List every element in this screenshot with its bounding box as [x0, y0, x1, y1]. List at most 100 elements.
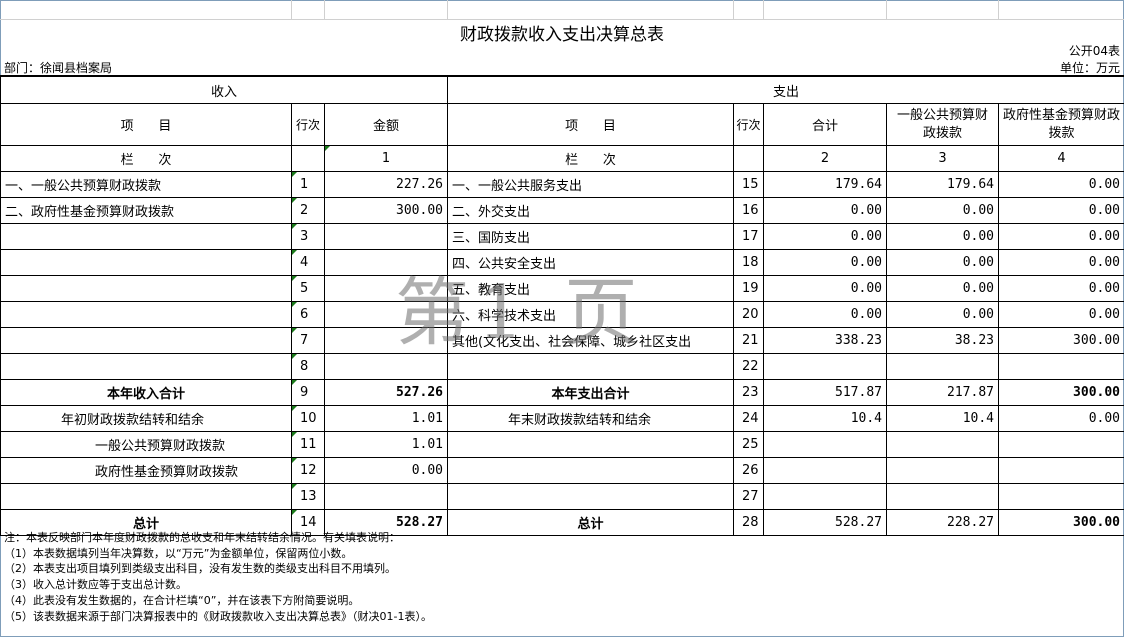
fund-budget-cell: 0.00: [997, 197, 1124, 224]
general-budget-header: 一般公共预算财政拨款: [886, 103, 999, 146]
general-budget-cell: 10.4: [886, 405, 999, 432]
notes-block: 注：本表反映部门本年度财政拨款的总收支和年末结转结余情况。有关填表说明： （1）…: [4, 530, 432, 624]
general-budget-cell: 0.00: [886, 223, 999, 250]
fund-budget-cell: [997, 483, 1124, 510]
income-amount-cell: [324, 353, 448, 380]
table-row: 5 五、教育支出 19 0.00 0.00 0.00: [0, 275, 1124, 302]
total-cell: [763, 353, 887, 380]
expense-colnum-3: 3: [886, 145, 999, 172]
income-rowno-cell: 13: [291, 483, 325, 510]
income-item-cell: [0, 327, 292, 354]
fund-budget-cell: 0.00: [997, 405, 1124, 432]
page-title: 财政拨款收入支出决算总表: [460, 25, 664, 45]
income-rowno-header: 行次: [291, 103, 325, 146]
total-cell: [763, 431, 887, 458]
expense-item-cell: [447, 457, 734, 484]
income-item-cell: 一、一般公共预算财政拨款: [0, 171, 292, 198]
income-item-cell: 二、政府性基金预算财政拨款: [0, 197, 292, 224]
income-item-cell: [0, 483, 292, 510]
table-row: 一、一般公共预算财政拨款 1 227.26 一、一般公共服务支出 15 179.64 179…: [0, 171, 1124, 198]
income-amount-cell: 527.26: [324, 379, 448, 406]
section-header-row: 收入 支出: [0, 75, 1124, 104]
income-amount-cell: [324, 483, 448, 510]
expense-rowno-cell: 24: [733, 405, 764, 432]
total-cell: 528.27: [763, 509, 887, 536]
note-line: 注：本表反映部门本年度财政拨款的总收支和年末结转结余情况。有关填表说明：: [4, 531, 400, 544]
table-row: 年初财政拨款结转和结余 10 1.01 年末财政拨款结转和结余 24 10.4 10.4 0.…: [0, 405, 1124, 432]
expense-rowno-header: 行次: [733, 103, 764, 146]
table-row: 4 四、公共安全支出 18 0.00 0.00 0.00: [0, 249, 1124, 276]
expense-item-cell: [447, 431, 734, 458]
total-cell: 338.23: [763, 327, 887, 354]
total-header: 合计: [763, 103, 887, 146]
expense-item-cell: 六、科学技术支出: [447, 301, 734, 328]
note-line: （2）本表支出项目填列到类级支出科目，没有发生数的类级支出科目不用填列。: [4, 562, 396, 576]
income-colnum-label: 栏 次: [0, 145, 292, 172]
expense-rowno-cell: 16: [733, 197, 764, 224]
income-item-header: 项 目: [0, 103, 292, 146]
expense-item-cell: [447, 483, 734, 510]
fund-budget-cell: [997, 431, 1124, 458]
note-line: （3）收入总计数应等于支出总计数。: [4, 578, 187, 592]
fund-budget-cell: 0.00: [997, 275, 1124, 302]
table-body: 一、一般公共预算财政拨款 1 227.26 一、一般公共服务支出 15 179.64 179…: [0, 171, 1124, 536]
general-budget-cell: [886, 483, 999, 510]
fund-budget-cell: 0.00: [997, 171, 1124, 198]
expense-rowno-cell: 27: [733, 483, 764, 510]
income-rowno-cell: 6: [291, 301, 325, 328]
income-amount-cell: [324, 223, 448, 250]
table-row: 二、政府性基金预算财政拨款 2 300.00 二、外交支出 16 0.00 0.00 0.00: [0, 197, 1124, 224]
fund-budget-cell: 300.00: [997, 327, 1124, 354]
income-rowno-cell: 5: [291, 275, 325, 302]
table-row: 8 22: [0, 353, 1124, 380]
income-amount-cell: 227.26: [324, 171, 448, 198]
table-row: 3 三、国防支出 17 0.00 0.00 0.00: [0, 223, 1124, 250]
income-rowno-cell: 1: [291, 171, 325, 198]
column-header-row: 项 目 行次 金额 项 目 行次 合计 一般公共预算财政拨款 政府性基金预算财政…: [0, 103, 1124, 146]
budget-table: 收入 支出 项 目 行次 金额 项 目 行次 合计 一般公共预算财政拨款 政府性…: [0, 75, 1124, 536]
fund-budget-cell: 0.00: [997, 223, 1124, 250]
income-rowno-cell: 8: [291, 353, 325, 380]
income-rowno-cell: 11: [291, 431, 325, 458]
note-line: （1）本表数据填列当年决算数，以“万元”为金额单位，保留两位小数。: [4, 546, 353, 560]
income-colnum-1: 1: [324, 145, 448, 172]
general-budget-cell: 179.64: [886, 171, 999, 198]
expense-section-header: 支出: [446, 75, 1124, 104]
expense-rowno-cell: 20: [733, 301, 764, 328]
fund-budget-cell: [997, 457, 1124, 484]
fund-budget-header: 政府性基金预算财政拨款: [997, 103, 1124, 146]
income-amount-cell: 300.00: [324, 197, 448, 224]
general-budget-cell: 0.00: [886, 197, 999, 224]
total-cell: 0.00: [763, 275, 887, 302]
expense-rowno-cell: 19: [733, 275, 764, 302]
total-cell: [763, 483, 887, 510]
expense-item-cell: 年末财政拨款结转和结余: [447, 405, 734, 432]
table-row: 本年收入合计 9 527.26 本年支出合计 23 517.87 217.87 300.00: [0, 379, 1124, 406]
income-rowno-cell: 2: [291, 197, 325, 224]
income-amount-cell: [324, 249, 448, 276]
income-item-cell: [0, 301, 292, 328]
income-item-cell: [0, 275, 292, 302]
income-amount-header: 金额: [324, 103, 448, 146]
income-rowno-cell: 3: [291, 223, 325, 250]
expense-item-cell: [447, 353, 734, 380]
expense-rowno-cell: 21: [733, 327, 764, 354]
expense-item-cell: 二、外交支出: [447, 197, 734, 224]
income-rowno-cell: 12: [291, 457, 325, 484]
income-amount-cell: 1.01: [324, 405, 448, 432]
expense-rowno-cell: 15: [733, 171, 764, 198]
expense-rowno-cell: 25: [733, 431, 764, 458]
expense-item-cell: 四、公共安全支出: [447, 249, 734, 276]
total-cell: 0.00: [763, 249, 887, 276]
income-item-cell: 年初财政拨款结转和结余: [0, 405, 292, 432]
unit-label: 单位：万元: [1059, 61, 1120, 75]
general-budget-cell: [886, 431, 999, 458]
table-row: 政府性基金预算财政拨款 12 0.00 26: [0, 457, 1124, 484]
note-line: （4）此表没有发生数据的，在合计栏填“0”，并在该表下方附简要说明。: [4, 593, 360, 607]
expense-rowno-cell: 26: [733, 457, 764, 484]
income-item-cell: 本年收入合计: [0, 379, 292, 406]
expense-item-cell: 五、教育支出: [447, 275, 734, 302]
total-cell: 179.64: [763, 171, 887, 198]
expense-rowno-cell: 28: [733, 509, 764, 536]
income-item-cell: [0, 223, 292, 250]
